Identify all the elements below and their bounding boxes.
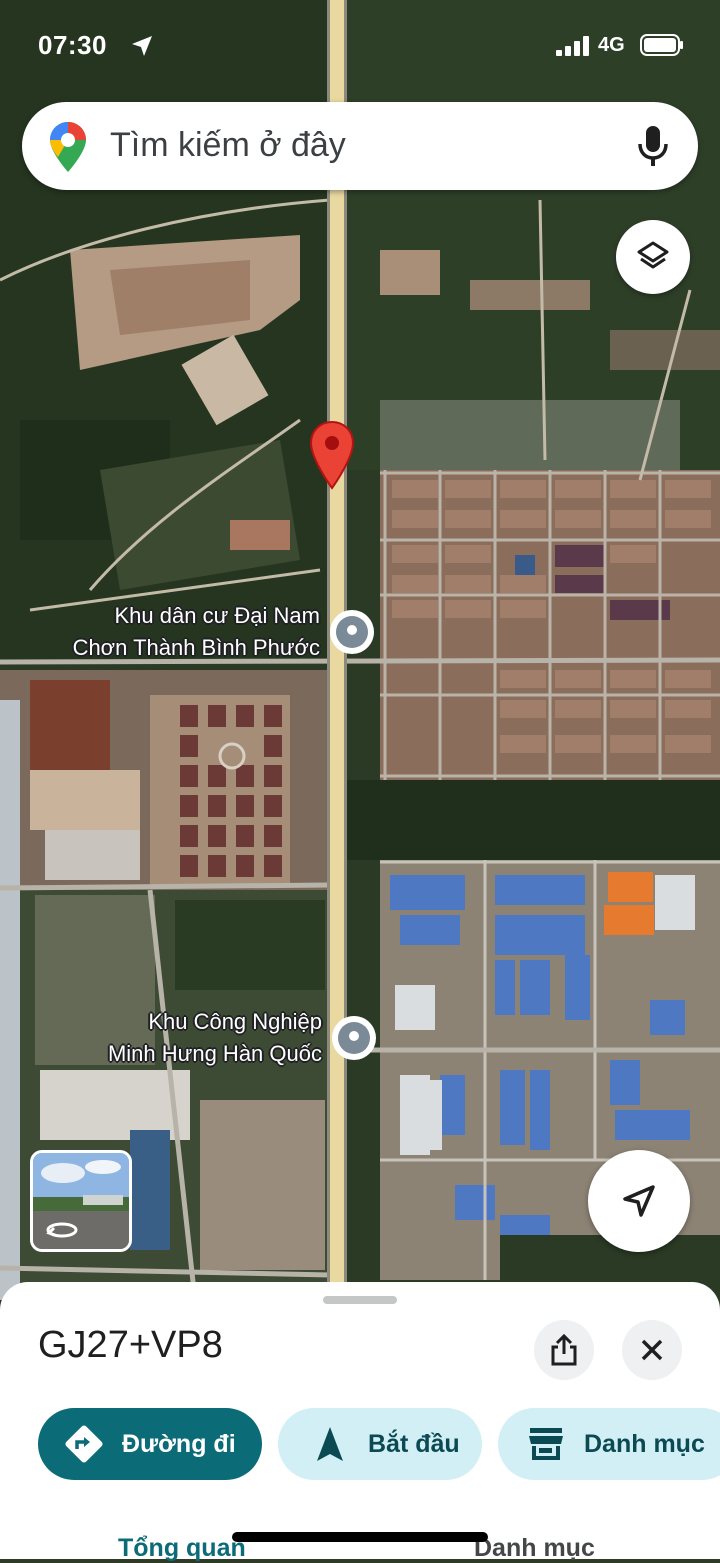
directions-label: Đường đi (122, 1429, 236, 1458)
search-bar[interactable]: Tìm kiếm ở đây (22, 102, 698, 190)
my-location-button[interactable] (588, 1150, 690, 1252)
directions-button[interactable]: Đường đi (38, 1408, 262, 1480)
battery-icon (640, 34, 683, 56)
poi-label-line: Khu dân cư Đại Nam (114, 603, 321, 628)
sheet-drag-handle[interactable] (323, 1296, 397, 1304)
network-type: 4G (598, 34, 625, 56)
poi-label-minh-hung[interactable]: Khu Công Nghiệp Minh Hưng Hàn Quốc (0, 1006, 322, 1070)
start-button[interactable]: Bắt đầu (278, 1408, 482, 1480)
layers-icon (637, 241, 669, 269)
home-indicator[interactable] (232, 1532, 488, 1542)
navigation-start-icon (308, 1422, 352, 1466)
google-maps-pin-icon (50, 122, 86, 172)
place-sheet[interactable]: GJ27+VP8 Đường đi Bắt đầu Danh mục Tổng … (0, 1282, 720, 1562)
microphone-icon[interactable] (636, 124, 670, 168)
dropped-pin-marker[interactable] (308, 420, 356, 490)
store-icon (524, 1422, 568, 1466)
category-button[interactable]: Danh mục (498, 1408, 720, 1480)
poi-label-dai-nam[interactable]: Khu dân cư Đại Nam Chơn Thành Bình Phước (0, 600, 320, 664)
location-arrow-icon (132, 36, 152, 56)
place-title: GJ27+VP8 (38, 1324, 223, 1366)
status-bar: 07:30 4G (0, 0, 720, 90)
poi-label-line: Minh Hưng Hàn Quốc (107, 1041, 322, 1066)
poi-marker-minh-hung[interactable] (332, 1016, 376, 1060)
share-icon (551, 1334, 577, 1366)
close-icon (641, 1339, 663, 1361)
signal-icon (556, 36, 589, 56)
poi-label-line: Khu Công Nghiệp (148, 1009, 322, 1034)
start-label: Bắt đầu (368, 1429, 460, 1458)
search-input[interactable]: Tìm kiếm ở đây (110, 126, 346, 165)
street-view-thumbnail[interactable] (30, 1150, 132, 1252)
poi-marker-dai-nam[interactable] (330, 610, 374, 654)
category-label: Danh mục (584, 1429, 705, 1458)
directions-icon (62, 1422, 106, 1466)
close-button[interactable] (622, 1320, 682, 1380)
street-view-rotate-icon (46, 1222, 78, 1238)
location-pin-icon (333, 1017, 375, 1059)
status-time: 07:30 (38, 30, 107, 60)
poi-label-line: Chơn Thành Bình Phước (72, 635, 320, 660)
share-button[interactable] (534, 1320, 594, 1380)
location-pin-icon (331, 611, 373, 653)
layers-button[interactable] (616, 220, 690, 294)
navigation-arrow-icon (623, 1185, 655, 1217)
